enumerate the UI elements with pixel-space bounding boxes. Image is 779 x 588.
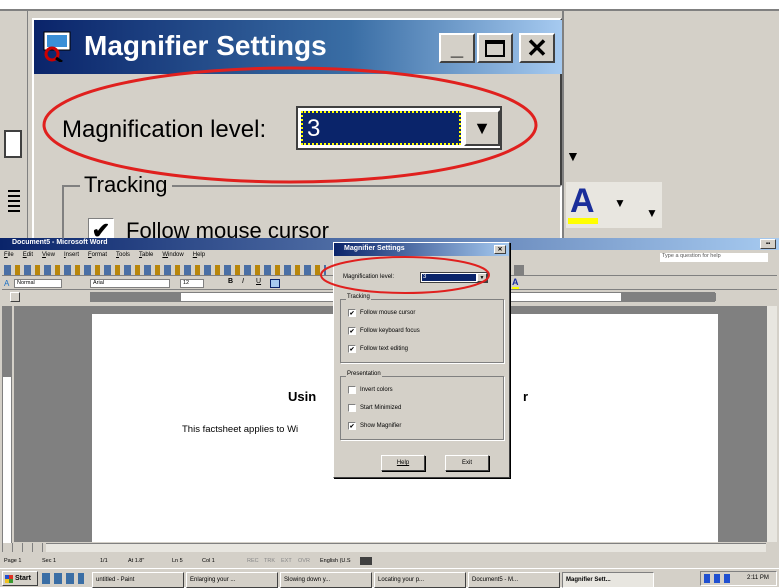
clock: 2:11 PM xyxy=(747,575,769,581)
quick-launch[interactable] xyxy=(42,573,84,584)
taskbar: Start untitled - Paint Enlarging your ..… xyxy=(0,568,779,588)
taskbar-item-slowing[interactable]: Slowing down y... xyxy=(280,572,372,588)
tray-icons[interactable] xyxy=(704,574,734,583)
system-tray: 2:11 PM xyxy=(700,571,777,586)
windows-flag-icon xyxy=(5,574,13,583)
taskbar-item-document5[interactable]: Document5 - M... xyxy=(468,572,560,588)
zoomed-view: Magnifier Settings _ ✕ Magnification lev… xyxy=(0,0,779,238)
taskbar-item-enlarging[interactable]: Enlarging your ... xyxy=(186,572,278,588)
taskbar-item-magnifier[interactable]: Magnifier Sett... xyxy=(562,572,654,588)
zoom-highlight-ellipse xyxy=(42,66,538,184)
taskbar-item-locating[interactable]: Locating your p... xyxy=(374,572,466,588)
word-window: Document5 - Microsoft Word ▪▪ File Edit … xyxy=(0,238,779,568)
small-highlight-ellipse xyxy=(320,256,490,294)
taskbar-item-paint[interactable]: untitled - Paint xyxy=(92,572,184,588)
start-button[interactable]: Start xyxy=(2,571,38,586)
